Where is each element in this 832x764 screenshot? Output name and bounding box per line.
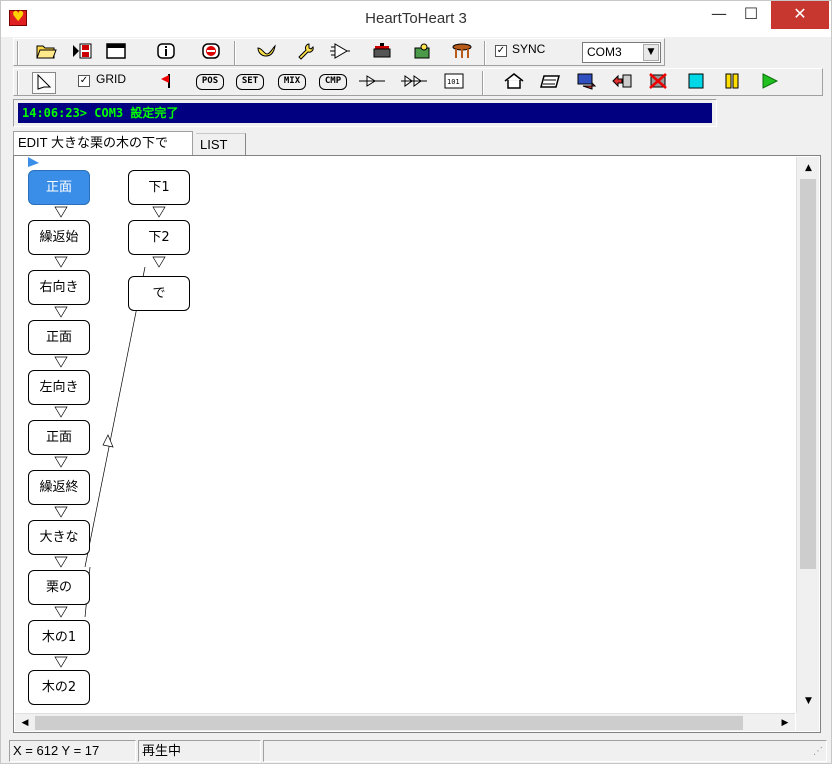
mix-button[interactable]: MIX xyxy=(278,74,306,90)
toolbar-separator xyxy=(484,41,486,65)
connector-arrow xyxy=(54,406,68,418)
flow-node[interactable]: 右向き xyxy=(28,270,90,305)
stop-square-icon[interactable] xyxy=(684,72,708,94)
connector-arrow xyxy=(54,606,68,618)
flow-node[interactable]: 正面 xyxy=(28,170,90,205)
horizontal-scroll-thumb[interactable] xyxy=(35,716,743,730)
counter-icon[interactable]: 101 xyxy=(442,72,466,94)
save-play-icon[interactable] xyxy=(70,42,94,64)
step-forward-icon[interactable] xyxy=(357,72,387,94)
scroll-left-icon[interactable]: ◀ xyxy=(16,714,34,732)
flow-node[interactable]: 栗の xyxy=(28,570,90,605)
flow-node[interactable]: 下1 xyxy=(128,170,190,205)
open-folder-icon[interactable] xyxy=(34,42,58,64)
robot-icon[interactable] xyxy=(410,42,434,64)
connector-arrow xyxy=(54,206,68,218)
cmp-button[interactable]: CMP xyxy=(319,74,347,90)
connector-arrow xyxy=(152,256,166,268)
set-button[interactable]: SET xyxy=(236,74,264,90)
vertical-scroll-thumb[interactable] xyxy=(800,179,816,569)
scrollbar-corner xyxy=(796,713,819,731)
connector-arrow xyxy=(54,306,68,318)
flow-node[interactable]: 左向き xyxy=(28,370,90,405)
device-transfer-icon[interactable] xyxy=(610,72,634,94)
wrench-icon[interactable] xyxy=(294,42,318,64)
table-icon[interactable] xyxy=(450,42,474,64)
svg-text:101: 101 xyxy=(447,78,460,86)
flow-canvas[interactable]: 正面 繰返始 右向き 正面 左向き 正面 繰返終 大きな 栗の 木の1 木の2 … xyxy=(15,157,795,713)
jump-link-line xyxy=(84,266,146,568)
connector-arrow xyxy=(54,556,68,568)
com-port-select[interactable]: COM3 ▼ xyxy=(582,42,661,63)
scroll-right-icon[interactable]: ▶ xyxy=(776,714,794,732)
amplifier-icon[interactable] xyxy=(328,42,352,64)
minimize-button[interactable]: — xyxy=(704,1,734,29)
info-icon[interactable] xyxy=(154,42,178,64)
status-empty-pane xyxy=(263,740,827,762)
pointer-icon[interactable] xyxy=(32,72,56,94)
toolbar-separator xyxy=(234,41,236,65)
maximize-button[interactable]: ☐ xyxy=(736,1,766,29)
cancel-device-icon[interactable] xyxy=(646,72,670,94)
toolbar-separator xyxy=(482,71,484,95)
message-line: 14:06:23> COM3 設定完了 xyxy=(13,99,717,127)
flow-node[interactable]: 繰返終 xyxy=(28,470,90,505)
flow-node[interactable]: 正面 xyxy=(28,320,90,355)
status-bar: X = 612 Y = 17 再生中 ⋰ xyxy=(9,740,829,762)
scroll-down-icon[interactable]: ▼ xyxy=(798,691,819,712)
pause-icon[interactable] xyxy=(720,72,744,94)
resize-grip-icon[interactable]: ⋰ xyxy=(813,746,827,760)
connector-arrow xyxy=(152,206,166,218)
chevron-down-icon[interactable]: ▼ xyxy=(643,44,659,61)
main-toolbar: ✓ SYNC COM3 ▼ xyxy=(13,38,665,66)
home-icon[interactable] xyxy=(502,72,526,94)
stop-icon[interactable] xyxy=(199,42,223,64)
connector-arrow xyxy=(102,434,114,448)
vertical-scrollbar[interactable]: ▲ ▼ xyxy=(796,157,819,713)
scroll-up-icon[interactable]: ▲ xyxy=(798,158,819,179)
transfer-icon[interactable] xyxy=(574,72,598,94)
tab-list[interactable]: LIST xyxy=(196,133,246,155)
shape-icon[interactable] xyxy=(538,72,562,94)
toolbar-separator xyxy=(17,71,19,95)
title-bar: HeartToHeart 3 — ☐ ✕ xyxy=(1,1,831,37)
flow-node[interactable]: 大きな xyxy=(28,520,90,555)
pos-button[interactable]: POS xyxy=(196,74,224,90)
grid-label: GRID xyxy=(96,72,126,86)
fast-forward-icon[interactable] xyxy=(399,72,429,94)
sync-checkbox[interactable]: ✓ xyxy=(495,45,507,57)
connector-arrow xyxy=(54,456,68,468)
play-icon[interactable] xyxy=(758,72,782,94)
bird-icon[interactable] xyxy=(254,42,278,64)
com-port-value: COM3 xyxy=(587,45,622,59)
connector-arrow xyxy=(54,656,68,668)
flow-node[interactable]: 下2 xyxy=(128,220,190,255)
grid-checkbox[interactable]: ✓ xyxy=(78,75,90,87)
flow-node[interactable]: 正面 xyxy=(28,420,90,455)
connector-arrow xyxy=(54,256,68,268)
flow-node[interactable]: 繰返始 xyxy=(28,220,90,255)
sync-label: SYNC xyxy=(512,42,546,56)
app-window: HeartToHeart 3 — ☐ ✕ xyxy=(0,0,832,764)
connector-arrow xyxy=(54,506,68,518)
pot-icon[interactable] xyxy=(370,42,394,64)
flow-editor[interactable]: 正面 繰返始 右向き 正面 左向き 正面 繰返終 大きな 栗の 木の1 木の2 … xyxy=(13,155,821,733)
connector-arrow xyxy=(54,356,68,368)
edit-toolbar: ✓ GRID POS SET MIX CMP 101 xyxy=(13,68,823,96)
flag-icon[interactable] xyxy=(154,72,178,94)
close-button[interactable]: ✕ xyxy=(771,1,829,29)
playback-state: 再生中 xyxy=(138,740,261,762)
cursor-coordinates: X = 612 Y = 17 xyxy=(9,740,136,762)
horizontal-scrollbar[interactable]: ◀ ▶ xyxy=(15,713,795,731)
window-icon[interactable] xyxy=(104,42,128,64)
flow-node[interactable]: 木の2 xyxy=(28,670,90,705)
toolbar-separator xyxy=(17,41,19,65)
message-text: 14:06:23> COM3 設定完了 xyxy=(18,103,712,123)
flow-node[interactable]: 木の1 xyxy=(28,620,90,655)
start-flag-icon xyxy=(28,157,39,167)
tab-edit[interactable]: EDIT 大きな栗の木の下で xyxy=(13,131,193,155)
flow-node[interactable]: で xyxy=(128,276,190,311)
